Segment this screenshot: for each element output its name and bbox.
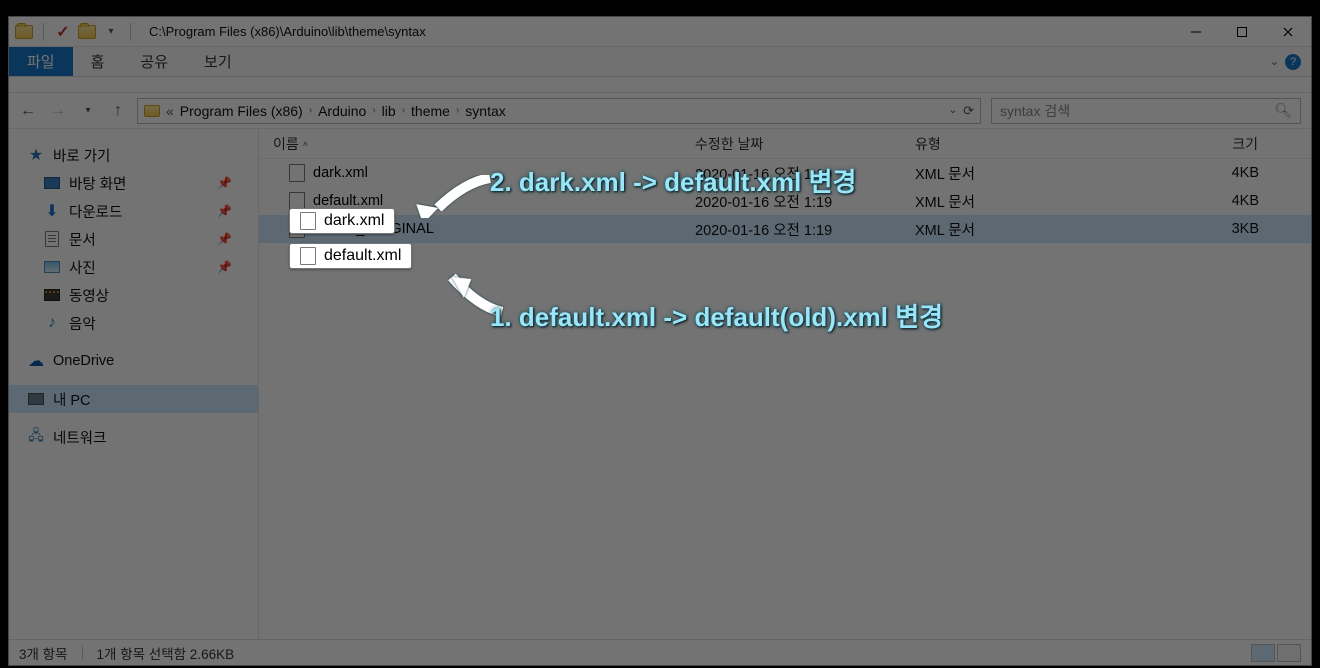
qat-dropdown-icon[interactable]: ▾ [102, 23, 120, 41]
highlight-chip-default: default.xml [289, 243, 412, 269]
download-icon: ⬇ [43, 202, 61, 220]
breadcrumb[interactable]: syntax [465, 103, 505, 119]
sidebar-quick-access[interactable]: ★ 바로 가기 [9, 141, 258, 169]
search-placeholder: syntax 검색 [1000, 101, 1070, 121]
help-icon[interactable]: ? [1285, 54, 1301, 70]
nav-forward-icon[interactable]: → [49, 102, 67, 120]
sort-asc-icon: ˄ [303, 139, 308, 149]
minimize-button[interactable] [1173, 17, 1219, 47]
properties-check-icon[interactable]: ✓ [54, 23, 72, 41]
address-dropdown-icon[interactable]: ⌄ [949, 105, 957, 116]
explorer-window: ✓ ▾ C:\Program Files (x86)\Arduino\lib\t… [8, 16, 1312, 666]
sidebar-item-downloads[interactable]: ⬇ 다운로드 📌 [9, 197, 258, 225]
tab-share[interactable]: 공유 [122, 47, 186, 76]
sidebar-item-music[interactable]: ♪ 음악 [9, 309, 258, 337]
breadcrumb[interactable]: lib [382, 103, 396, 119]
divider [43, 23, 44, 41]
chevron-right-icon[interactable]: › [456, 105, 459, 116]
column-headers: 이름˄ 수정한 날짜 유형 크기 [259, 129, 1311, 159]
ribbon-tabs: 파일 홈 공유 보기 ⌄ ? [9, 47, 1311, 77]
address-folder-icon [144, 105, 160, 117]
sidebar-item-pictures[interactable]: 사진 📌 [9, 253, 258, 281]
status-bar: 3개 항목 1개 항목 선택함 2.66KB [9, 639, 1311, 665]
ribbon-gap [9, 77, 1311, 93]
breadcrumb[interactable]: Program Files (x86) [180, 103, 303, 119]
column-size[interactable]: 크기 [1149, 129, 1279, 158]
address-bar[interactable]: « Program Files (x86) › Arduino › lib › … [137, 98, 981, 124]
pictures-icon [43, 258, 61, 276]
annotation-2: 2. dark.xml -> default.xml 변경 [490, 162, 856, 199]
nav-up-icon[interactable]: ↑ [109, 102, 127, 120]
document-icon [43, 230, 61, 248]
tab-home[interactable]: 홈 [73, 47, 123, 76]
sidebar-network[interactable]: 🖧 네트워크 [9, 423, 258, 451]
videos-icon [43, 286, 61, 304]
view-details-button[interactable] [1251, 644, 1275, 662]
tab-file[interactable]: 파일 [9, 47, 73, 76]
window-title: C:\Program Files (x86)\Arduino\lib\theme… [149, 24, 426, 39]
chevron-right-icon[interactable]: › [402, 105, 405, 116]
sidebar-item-desktop[interactable]: 바탕 화면 📌 [9, 169, 258, 197]
search-icon[interactable]: 🔍︎ [1274, 102, 1292, 119]
navigation-pane: ★ 바로 가기 바탕 화면 📌 ⬇ 다운로드 📌 문서 📌 [9, 129, 259, 639]
pin-icon: 📌 [217, 260, 232, 274]
sidebar-onedrive[interactable]: ☁ OneDrive [9, 347, 258, 375]
sidebar-this-pc[interactable]: 내 PC [9, 385, 258, 413]
ribbon-collapse-icon[interactable]: ⌄ [1270, 55, 1279, 68]
desktop-icon [43, 174, 61, 192]
column-date[interactable]: 수정한 날짜 [689, 129, 909, 158]
highlight-chip-dark: dark.xml [289, 208, 395, 234]
divider [130, 23, 131, 41]
xml-file-icon [300, 247, 316, 265]
view-icons-button[interactable] [1277, 644, 1301, 662]
arrow-icon [410, 158, 500, 218]
breadcrumb-prefix: « [166, 103, 174, 119]
cloud-icon: ☁ [27, 352, 45, 370]
breadcrumb[interactable]: theme [411, 103, 450, 119]
divider [82, 646, 83, 660]
network-icon: 🖧 [27, 428, 45, 446]
search-input[interactable]: syntax 검색 🔍︎ [991, 98, 1301, 124]
chevron-right-icon[interactable]: › [309, 105, 312, 116]
xml-file-icon [289, 164, 305, 182]
nav-history-dropdown-icon[interactable]: ▾ [79, 102, 97, 120]
pin-icon: 📌 [217, 232, 232, 246]
status-selection: 1개 항목 선택함 2.66KB [97, 643, 235, 663]
maximize-button[interactable] [1219, 17, 1265, 47]
title-bar: ✓ ▾ C:\Program Files (x86)\Arduino\lib\t… [9, 17, 1311, 47]
chevron-right-icon[interactable]: › [372, 105, 375, 116]
tab-view[interactable]: 보기 [186, 47, 250, 76]
close-button[interactable] [1265, 17, 1311, 47]
file-row[interactable]: default_ORIGINAL 2020-01-16 오전 1:19 XML … [259, 215, 1311, 243]
music-icon: ♪ [43, 314, 61, 332]
qat-folder-icon[interactable] [78, 23, 96, 41]
breadcrumb[interactable]: Arduino [318, 103, 366, 119]
refresh-icon[interactable]: ⟳ [963, 103, 974, 119]
pin-icon: 📌 [217, 176, 232, 190]
pin-icon: 📌 [217, 204, 232, 218]
column-type[interactable]: 유형 [909, 129, 1149, 158]
nav-back-icon[interactable]: ← [19, 102, 37, 120]
status-item-count: 3개 항목 [19, 643, 68, 663]
sidebar-item-videos[interactable]: 동영상 [9, 281, 258, 309]
column-name[interactable]: 이름˄ [259, 129, 689, 158]
star-icon: ★ [27, 146, 45, 164]
app-folder-icon [15, 23, 33, 41]
address-row: ← → ▾ ↑ « Program Files (x86) › Arduino … [9, 93, 1311, 129]
annotation-1: 1. default.xml -> default(old).xml 변경 [490, 297, 943, 334]
sidebar-item-documents[interactable]: 문서 📌 [9, 225, 258, 253]
pc-icon [27, 390, 45, 408]
xml-file-icon [300, 212, 316, 230]
